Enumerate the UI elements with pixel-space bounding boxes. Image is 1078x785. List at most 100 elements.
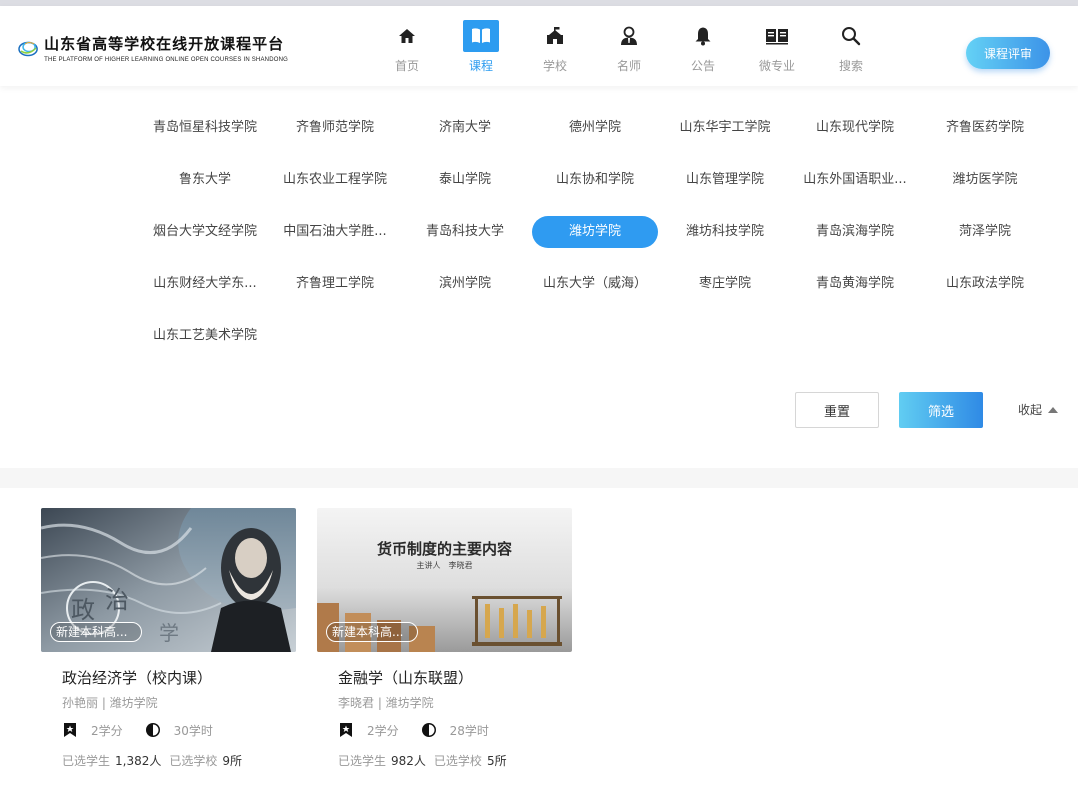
- school-option[interactable]: 潍坊学院: [530, 206, 660, 258]
- school-option-label: 山东财经大学东...: [153, 276, 257, 291]
- nav-item-home[interactable]: 首页: [370, 20, 444, 80]
- home-icon: [389, 20, 425, 52]
- svg-text:治: 治: [105, 586, 129, 614]
- school-option[interactable]: 山东大学（威海）: [530, 258, 660, 310]
- school-option[interactable]: 山东现代学院: [790, 102, 920, 154]
- school-option-label: 中国石油大学胜...: [283, 224, 387, 239]
- school-option-label: 潍坊科技学院: [685, 224, 764, 239]
- school-option[interactable]: 山东政法学院: [920, 258, 1050, 310]
- svg-text:学: 学: [159, 621, 179, 645]
- school-option-label: 青岛黄海学院: [815, 276, 894, 291]
- bookmark-icon: [62, 722, 78, 738]
- school-option[interactable]: 中国石油大学胜...: [270, 206, 400, 258]
- course-thumbnail[interactable]: 货币制度的主要内容 主讲人 李晓君 新建本科高...: [317, 508, 572, 652]
- school-option-label: 齐鲁医药学院: [945, 120, 1024, 135]
- course-thumbnail[interactable]: 政 治 学 新建本科高...: [41, 508, 296, 652]
- search-icon: [833, 20, 869, 52]
- school-option[interactable]: 齐鲁师范学院: [270, 102, 400, 154]
- bookmark-icon: [338, 722, 354, 738]
- nav-item-notices[interactable]: 公告: [666, 20, 740, 80]
- nav-item-search[interactable]: 搜索: [814, 20, 888, 80]
- school-option[interactable]: 济南大学: [400, 102, 530, 154]
- schools-label: 已选学校: [169, 754, 218, 768]
- school-option-label: 齐鲁理工学院: [295, 276, 374, 291]
- course-teacher-school: 孙艳丽 | 潍坊学院: [62, 696, 158, 710]
- course-credits: 2学分: [91, 723, 123, 738]
- school-option-label: 济南大学: [438, 120, 491, 135]
- book-icon: [463, 20, 499, 52]
- school-option[interactable]: 山东农业工程学院: [270, 154, 400, 206]
- school-option[interactable]: 潍坊科技学院: [660, 206, 790, 258]
- course-tag: 新建本科高...: [326, 622, 418, 642]
- site-logo[interactable]: 山东省高等学校在线开放课程平台 THE PLATFORM OF HIGHER L…: [18, 28, 288, 68]
- school-option[interactable]: 青岛滨海学院: [790, 206, 920, 258]
- nav-label: 搜索: [838, 59, 863, 73]
- nav-item-schools[interactable]: 学校: [518, 20, 592, 80]
- collapse-label: 收起: [1018, 403, 1043, 417]
- school-option[interactable]: 山东工艺美术学院: [140, 310, 270, 362]
- school-option[interactable]: 山东管理学院: [660, 154, 790, 206]
- svg-text:政: 政: [71, 596, 95, 624]
- nav-label: 公告: [690, 59, 715, 73]
- main-nav: 首页 课程 学校 名师 公告 微专业 搜索: [370, 20, 888, 80]
- school-option[interactable]: 滨州学院: [400, 258, 530, 310]
- site-header: 山东省高等学校在线开放课程平台 THE PLATFORM OF HIGHER L…: [0, 6, 1078, 86]
- school-option[interactable]: 德州学院: [530, 102, 660, 154]
- school-option[interactable]: 青岛科技大学: [400, 206, 530, 258]
- school-option[interactable]: 齐鲁理工学院: [270, 258, 400, 310]
- collapse-toggle[interactable]: 收起: [1018, 401, 1059, 418]
- school-option[interactable]: 青岛恒星科技学院: [140, 102, 270, 154]
- school-option[interactable]: 烟台大学文经学院: [140, 206, 270, 258]
- school-option-label: 山东大学（威海）: [542, 276, 647, 291]
- course-enrollment: 已选学生 1,382人 已选学校 9所: [62, 752, 296, 769]
- course-card[interactable]: 货币制度的主要内容 主讲人 李晓君 新建本科高... 金融学（山东联盟） 李晓君…: [317, 508, 572, 769]
- open-book-icon: [759, 20, 795, 52]
- school-option-label: 菏泽学院: [958, 224, 1011, 239]
- nav-item-courses[interactable]: 课程: [444, 20, 518, 80]
- cover-subtitle: 主讲人 李晓君: [416, 561, 473, 570]
- teacher-icon: [611, 20, 647, 52]
- school-icon: [537, 20, 573, 52]
- school-option-label: 烟台大学文经学院: [152, 224, 257, 239]
- school-option[interactable]: 潍坊医学院: [920, 154, 1050, 206]
- clock-icon: [145, 722, 161, 738]
- course-credits: 2学分: [367, 723, 399, 738]
- school-option[interactable]: 山东外国语职业...: [790, 154, 920, 206]
- logo-chinese-text: 山东省高等学校在线开放课程平台: [44, 35, 285, 53]
- course-card[interactable]: 政 治 学 新建本科高... 政治经济学（校内课） 孙艳丽 | 潍坊学院 2学分…: [41, 508, 296, 769]
- course-tag: 新建本科高...: [50, 622, 142, 642]
- school-option-label: 山东政法学院: [945, 276, 1024, 291]
- school-option-label: 山东现代学院: [815, 120, 894, 135]
- school-option-label: 泰山学院: [438, 172, 491, 187]
- school-option[interactable]: 山东华宇工学院: [660, 102, 790, 154]
- school-option[interactable]: 青岛黄海学院: [790, 258, 920, 310]
- school-option-label: 青岛滨海学院: [815, 224, 894, 239]
- course-title[interactable]: 金融学（山东联盟）: [338, 667, 572, 688]
- school-option-label: 山东工艺美术学院: [152, 328, 257, 343]
- school-option-label: 潍坊学院: [532, 216, 658, 248]
- school-option[interactable]: 山东协和学院: [530, 154, 660, 206]
- schools-count: 9所: [222, 754, 243, 768]
- students-count: 982人: [391, 754, 426, 768]
- nav-item-teachers[interactable]: 名师: [592, 20, 666, 80]
- reset-button[interactable]: 重置: [795, 392, 879, 428]
- school-option[interactable]: 泰山学院: [400, 154, 530, 206]
- school-option-label: 滨州学院: [438, 276, 491, 291]
- school-option[interactable]: 鲁东大学: [140, 154, 270, 206]
- nav-label: 课程: [468, 59, 493, 73]
- nav-label: 微专业: [758, 59, 795, 73]
- filter-button[interactable]: 筛选: [899, 392, 983, 428]
- course-enrollment: 已选学生 982人 已选学校 5所: [338, 752, 572, 769]
- course-review-button[interactable]: 课程评审: [966, 37, 1050, 69]
- school-option[interactable]: 枣庄学院: [660, 258, 790, 310]
- school-option-label: 山东外国语职业...: [803, 172, 907, 187]
- course-title[interactable]: 政治经济学（校内课）: [62, 667, 296, 688]
- nav-label: 名师: [616, 59, 641, 73]
- school-option-label: 潍坊医学院: [952, 172, 1018, 187]
- school-option[interactable]: 齐鲁医药学院: [920, 102, 1050, 154]
- nav-item-micro-major[interactable]: 微专业: [740, 20, 814, 80]
- school-option[interactable]: 菏泽学院: [920, 206, 1050, 258]
- clock-icon: [421, 722, 437, 738]
- school-option[interactable]: 山东财经大学东...: [140, 258, 270, 310]
- school-option-label: 山东农业工程学院: [282, 172, 387, 187]
